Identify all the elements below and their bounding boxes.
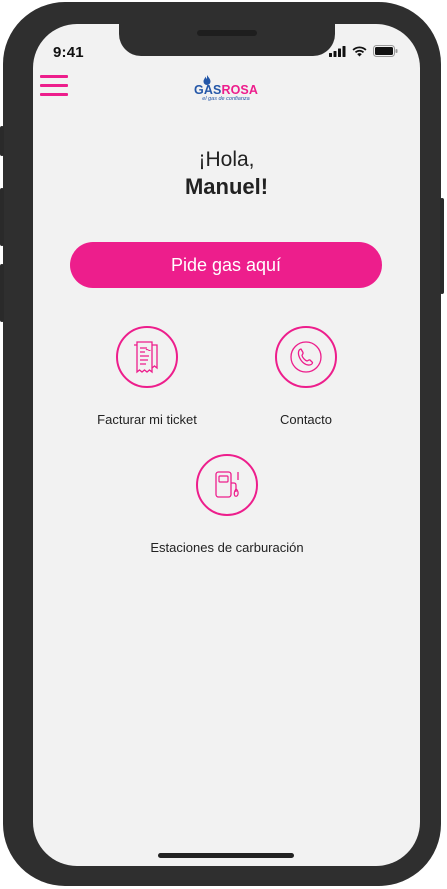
wifi-icon xyxy=(352,46,367,56)
hamburger-menu-button[interactable] xyxy=(40,75,68,99)
logo-brand-part2: ROSA xyxy=(221,83,258,97)
app-screen: 9:41 GASROSA el gas de confianza ¡Hola, … xyxy=(33,24,420,866)
status-time: 9:41 xyxy=(53,44,84,61)
status-icons xyxy=(329,45,398,57)
greeting-line1: ¡Hola, xyxy=(198,148,255,171)
phone-icon-circle xyxy=(275,326,337,388)
phone-frame: 9:41 GASROSA el gas de confianza ¡Hola, … xyxy=(0,2,444,886)
contact-label: Contacto xyxy=(279,412,333,427)
volume-up-button xyxy=(0,188,4,246)
greeting-name: Manuel! xyxy=(184,174,269,199)
speaker-grille xyxy=(197,30,257,36)
invoice-ticket-option[interactable]: Facturar mi ticket xyxy=(63,326,231,427)
mute-switch xyxy=(0,126,4,156)
volume-down-button xyxy=(0,264,4,322)
battery-icon xyxy=(373,45,398,57)
invoice-ticket-label: Facturar mi ticket xyxy=(97,412,197,427)
invoice-icon xyxy=(134,341,158,374)
gasrosa-logo: GASROSA el gas de confianza xyxy=(193,75,259,106)
signal-icon xyxy=(329,45,346,57)
fuel-stations-label: Estaciones de carburación xyxy=(150,540,304,555)
flame-icon xyxy=(203,75,211,85)
notch xyxy=(119,24,335,56)
logo-tagline: el gas de confianza xyxy=(202,96,250,102)
home-indicator[interactable] xyxy=(158,853,294,858)
logo-brand-part1: GAS xyxy=(194,83,222,97)
fuel-stations-option[interactable]: Estaciones de carburación xyxy=(137,454,317,555)
power-button xyxy=(440,198,444,294)
contact-option[interactable]: Contacto xyxy=(237,326,375,427)
invoice-icon-circle xyxy=(116,326,178,388)
phone-icon xyxy=(290,341,322,373)
order-gas-button[interactable]: Pide gas aquí xyxy=(70,242,382,288)
fuel-pump-icon xyxy=(215,471,239,498)
fuel-pump-icon-circle xyxy=(196,454,258,516)
